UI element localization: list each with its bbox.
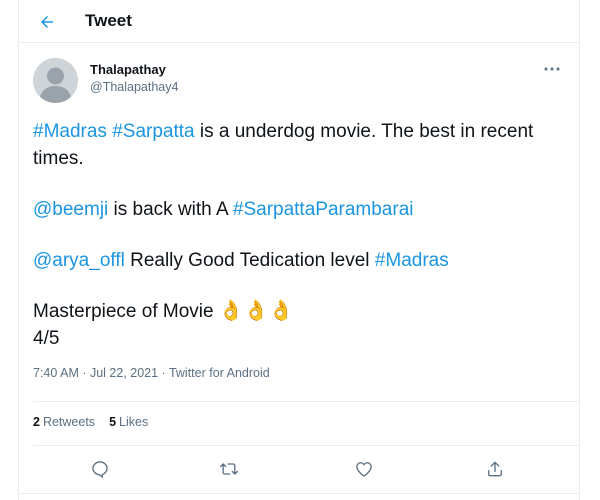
back-button[interactable] bbox=[33, 8, 61, 36]
more-dots-icon bbox=[544, 67, 560, 71]
tweet-line-4-text: Masterpiece of Movie bbox=[33, 301, 214, 322]
page-title: Tweet bbox=[85, 11, 132, 30]
tweet-line-4: Masterpiece of Movie 👌👌👌 bbox=[33, 298, 563, 325]
divider bbox=[33, 445, 579, 446]
retweets-count: 2 bbox=[33, 415, 40, 429]
share-button[interactable] bbox=[478, 452, 512, 486]
ok-hand-emoji: 👌 bbox=[218, 300, 244, 322]
top-bar: Tweet bbox=[19, 0, 579, 43]
mention-link[interactable]: @arya_offl bbox=[33, 250, 125, 271]
tweet-rating: 4/5 bbox=[33, 328, 60, 349]
likes-count: 5 bbox=[109, 415, 117, 429]
author-handle[interactable]: @Thalapathay4 bbox=[90, 80, 178, 94]
tweet-line-3: @arya_offl Really Good Tedication level … bbox=[33, 247, 563, 274]
like-button[interactable] bbox=[347, 452, 381, 486]
tweet-timestamp[interactable]: 7:40 AM · Jul 22, 2021 · Twitter for And… bbox=[33, 366, 270, 380]
hashtag-link[interactable]: #Madras bbox=[375, 250, 449, 271]
divider bbox=[33, 401, 579, 402]
arrow-left-icon bbox=[41, 16, 53, 28]
mention-link[interactable]: @beemji bbox=[33, 199, 108, 220]
tweet-line-2: @beemji is back with A #SarpattaParambar… bbox=[33, 196, 563, 223]
tweet-text-segment: is back with A bbox=[108, 199, 233, 220]
tweet-line-1: #Madras #Sarpatta is a underdog movie. T… bbox=[33, 118, 563, 172]
tweet-stats: 2 Retweets 5 Likes bbox=[33, 415, 148, 435]
heart-icon bbox=[356, 462, 372, 477]
retweets-stat[interactable]: 2 Retweets bbox=[33, 415, 95, 435]
divider bbox=[19, 493, 579, 494]
tweet-text: #Madras #Sarpatta is a underdog movie. T… bbox=[33, 118, 563, 352]
ok-hand-emoji: 👌 bbox=[268, 300, 294, 322]
likes-label: Likes bbox=[119, 415, 149, 429]
hashtag-link[interactable]: #Sarpatta bbox=[112, 121, 194, 142]
default-profile-icon bbox=[33, 58, 78, 103]
hashtag-link[interactable]: #SarpattaParambarai bbox=[233, 199, 414, 220]
author-name[interactable]: Thalapathay bbox=[90, 62, 166, 77]
tweet-page: Tweet Thalapathay @Thalapathay4 #Madras … bbox=[18, 0, 580, 500]
likes-stat[interactable]: 5 Likes bbox=[109, 415, 148, 435]
retweet-icon bbox=[220, 463, 238, 475]
retweet-button[interactable] bbox=[212, 452, 246, 486]
retweets-label: Retweets bbox=[42, 415, 96, 429]
ok-hand-emoji: 👌 bbox=[243, 300, 269, 322]
share-icon bbox=[488, 461, 502, 477]
reply-icon bbox=[92, 461, 108, 478]
more-options-button[interactable] bbox=[541, 62, 563, 76]
reply-button[interactable] bbox=[83, 452, 117, 486]
avatar[interactable] bbox=[33, 58, 78, 103]
tweet-text-segment: Really Good Tedication level bbox=[124, 250, 375, 271]
hashtag-link[interactable]: #Madras bbox=[33, 121, 107, 142]
tweet-actions bbox=[19, 452, 579, 488]
